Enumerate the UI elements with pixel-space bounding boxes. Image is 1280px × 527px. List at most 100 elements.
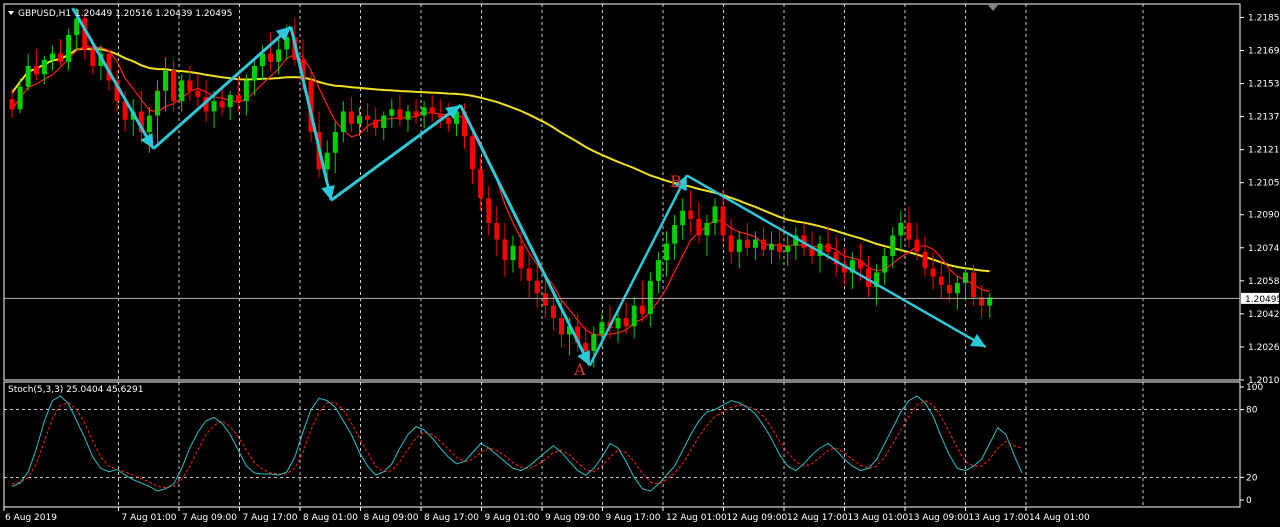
symbol-timeframe: GBPUSD,H1 bbox=[18, 9, 71, 19]
candle-body bbox=[930, 268, 936, 277]
stoch-tick-label: 100 bbox=[1246, 383, 1263, 393]
candle-body bbox=[429, 107, 435, 114]
candle-body bbox=[381, 115, 387, 128]
candle-body bbox=[542, 293, 548, 306]
candle-body bbox=[470, 136, 476, 170]
candle-body bbox=[260, 53, 266, 66]
candle-body bbox=[688, 210, 694, 219]
candle-body bbox=[163, 70, 169, 91]
candle-body bbox=[146, 115, 152, 133]
candle-body bbox=[591, 334, 597, 352]
candle-body bbox=[518, 245, 524, 269]
candle-body bbox=[526, 268, 532, 281]
candle-body bbox=[857, 260, 863, 269]
candle-body bbox=[324, 152, 330, 170]
time-tick-label: 7 Aug 09:00 bbox=[182, 513, 237, 523]
time-tick-label: 7 Aug 01:00 bbox=[122, 513, 177, 523]
candle-body bbox=[696, 218, 702, 236]
stoch-tick-label: 0 bbox=[1246, 496, 1252, 506]
candle-body bbox=[179, 80, 185, 102]
candle-body bbox=[243, 80, 249, 102]
annotation-point-b: B bbox=[670, 172, 682, 191]
candle-body bbox=[373, 119, 379, 128]
candle-body bbox=[510, 245, 516, 261]
candle-body bbox=[647, 280, 653, 314]
candle-body bbox=[251, 65, 257, 81]
candle-body bbox=[502, 239, 508, 261]
time-tick-label: 12 Aug 17:00 bbox=[787, 513, 848, 523]
candle-body bbox=[356, 115, 362, 124]
chart-window: 1.21855 1.21695 1.21535 1.21375 1.21215 1.210… bbox=[0, 0, 1280, 527]
candle-body bbox=[906, 222, 912, 240]
candle-body bbox=[445, 117, 451, 124]
candle-body bbox=[90, 49, 96, 66]
time-tick-label: 9 Aug 09:00 bbox=[545, 513, 600, 523]
candle-body bbox=[720, 206, 726, 236]
candle-body bbox=[365, 115, 371, 120]
time-tick-label: 12 Aug 09:00 bbox=[727, 513, 788, 523]
candle-body bbox=[154, 90, 160, 116]
candle-body bbox=[825, 243, 831, 252]
time-tick-label: 9 Aug 17:00 bbox=[606, 513, 661, 523]
stoch-tick-label: 80 bbox=[1246, 406, 1258, 416]
candle-body bbox=[348, 111, 354, 124]
candle-body bbox=[25, 65, 31, 87]
candle-body bbox=[33, 65, 39, 75]
candle-body bbox=[17, 86, 23, 110]
candle-body bbox=[389, 109, 395, 116]
candle-body bbox=[397, 109, 403, 120]
candle-body bbox=[494, 222, 500, 240]
time-tick-label: 8 Aug 17:00 bbox=[424, 513, 479, 523]
price-tick-label: 1.20420 bbox=[1248, 310, 1280, 320]
stoch-tick-label: 20 bbox=[1246, 473, 1258, 483]
candle-body bbox=[41, 59, 47, 75]
candle-body bbox=[946, 284, 952, 294]
stoch-header-label: Stoch(5,3,3) 25.0404 45.6291 bbox=[8, 385, 143, 395]
candle-body bbox=[599, 322, 605, 335]
candle-body bbox=[744, 239, 750, 248]
candle-body bbox=[421, 107, 427, 116]
candle-body bbox=[58, 53, 64, 62]
time-tick-label: 13 Aug 09:00 bbox=[908, 513, 969, 523]
candle-body bbox=[639, 305, 645, 314]
time-tick-label: 7 Aug 17:00 bbox=[243, 513, 298, 523]
candle-body bbox=[752, 239, 758, 248]
candle-body bbox=[736, 239, 742, 252]
candle-body bbox=[971, 272, 977, 298]
time-tick-label: 9 Aug 01:00 bbox=[485, 513, 540, 523]
candle-body bbox=[623, 318, 629, 327]
price-tick-label: 1.20900 bbox=[1248, 211, 1280, 221]
candle-body bbox=[728, 235, 734, 252]
candle-body bbox=[66, 34, 72, 62]
candle-body bbox=[405, 111, 411, 120]
candle-body bbox=[276, 49, 282, 62]
candle-body bbox=[938, 276, 944, 285]
candle-body bbox=[583, 342, 589, 352]
candle-body bbox=[219, 101, 225, 108]
price-tick-label: 1.21535 bbox=[1248, 80, 1280, 90]
candle-body bbox=[413, 111, 419, 116]
price-tick-label: 1.20740 bbox=[1248, 244, 1280, 254]
candle-body bbox=[268, 53, 274, 62]
candle-body bbox=[882, 256, 888, 273]
candle-body bbox=[211, 101, 217, 112]
candle-body bbox=[922, 251, 928, 269]
time-tick-label: 13 Aug 01:00 bbox=[848, 513, 909, 523]
candle-body bbox=[227, 94, 233, 108]
candle-body bbox=[704, 222, 710, 236]
time-tick-label: 6 Aug 2019 bbox=[5, 513, 57, 523]
time-tick-label: 14 Aug 01:00 bbox=[1029, 513, 1090, 523]
candle-body bbox=[486, 198, 492, 223]
candle-body bbox=[672, 225, 678, 244]
price-tick-label: 1.20260 bbox=[1248, 343, 1280, 353]
candle-body bbox=[171, 70, 177, 102]
price-tick-label: 1.21855 bbox=[1248, 13, 1280, 23]
price-tick-label: 1.20580 bbox=[1248, 277, 1280, 287]
candle-body bbox=[615, 318, 621, 329]
candle-body bbox=[235, 94, 241, 102]
candle-body bbox=[954, 282, 960, 294]
candle-body bbox=[785, 245, 791, 252]
price-tick-label: 1.21375 bbox=[1248, 113, 1280, 123]
time-tick-label: 8 Aug 01:00 bbox=[303, 513, 358, 523]
time-tick-label: 13 Aug 17:00 bbox=[969, 513, 1030, 523]
